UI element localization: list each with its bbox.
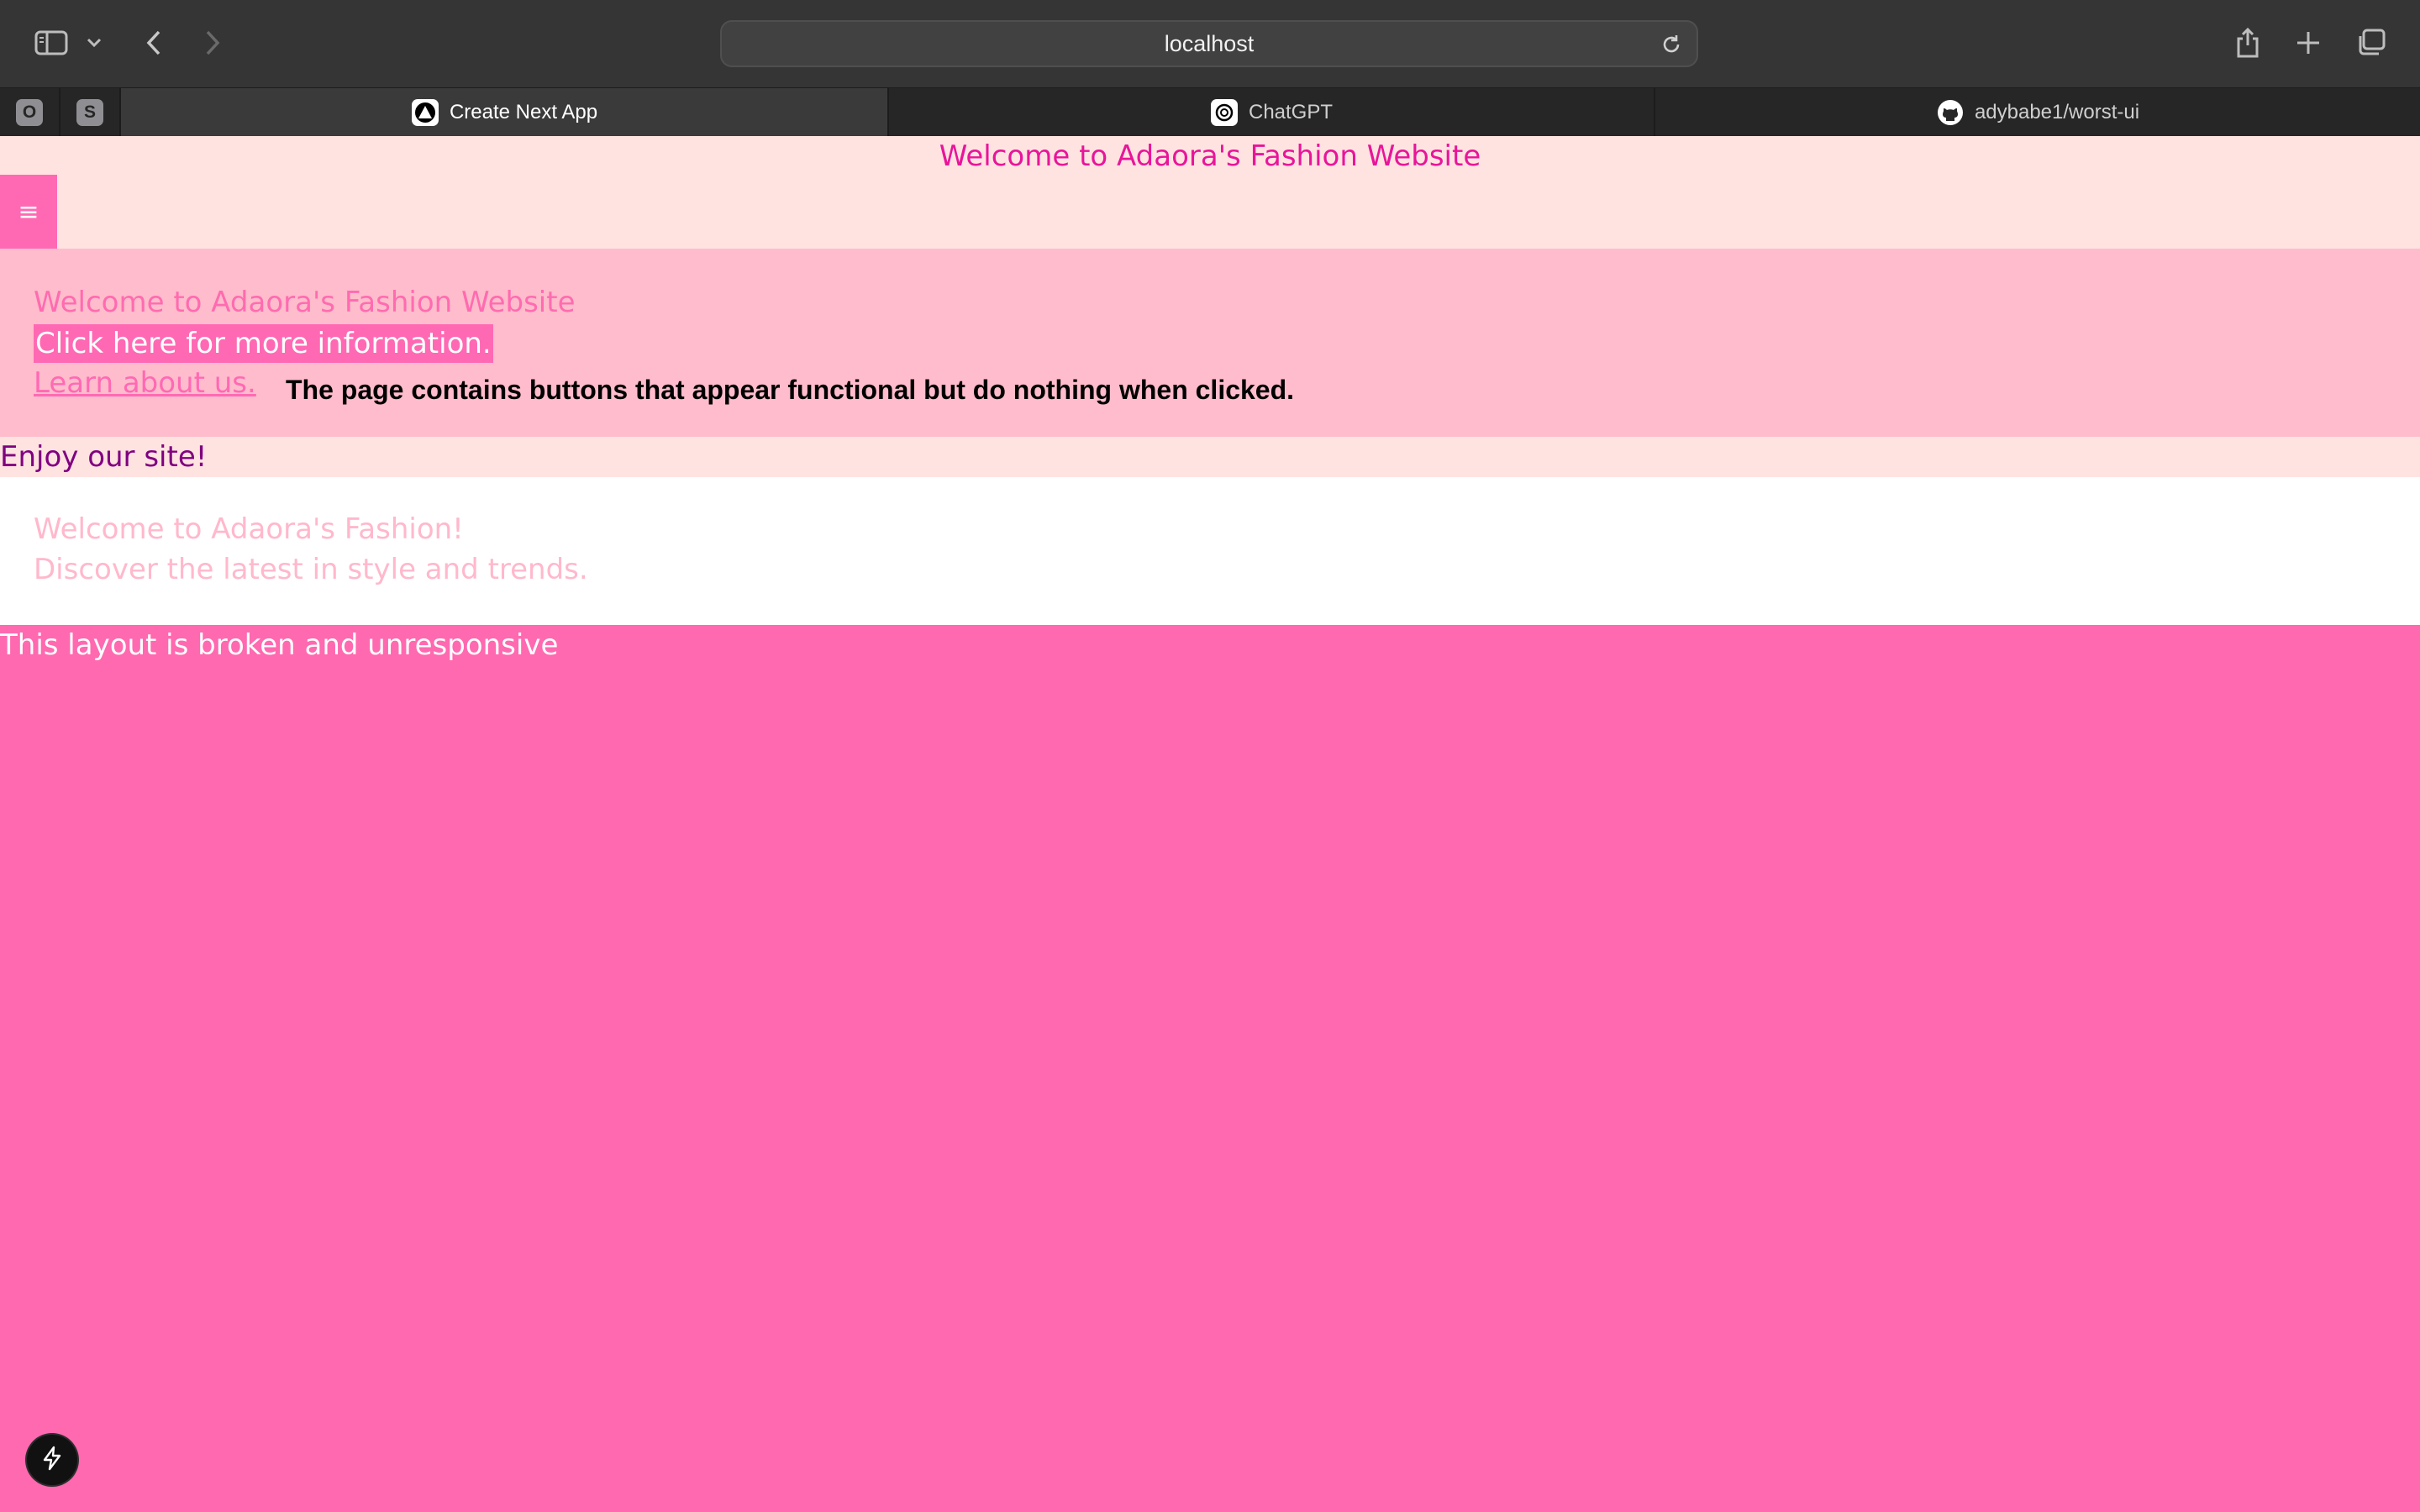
reload-icon[interactable] xyxy=(1660,33,1683,56)
site-header: Welcome to Adaora's Fashion Website ≡ xyxy=(0,136,2420,249)
pinned-tab-s-icon: S xyxy=(76,98,103,126)
nextjs-icon xyxy=(411,98,439,127)
nextjs-dev-tools-button[interactable] xyxy=(27,1435,77,1485)
address-bar[interactable]: localhost xyxy=(720,20,1698,67)
sidebar-toggle-icon[interactable] xyxy=(30,22,72,64)
tab-create-next-app[interactable]: Create Next App xyxy=(121,88,889,136)
hero-section: Welcome to Adaora's Fashion Website Clic… xyxy=(0,249,2420,437)
page-content: Welcome to Adaora's Fashion Website ≡ We… xyxy=(0,136,2420,1512)
pinned-tab-o-icon: O xyxy=(16,98,43,126)
tab-title: Create Next App xyxy=(449,100,598,123)
enjoy-banner-text: Enjoy our site! xyxy=(0,440,208,474)
broken-layout-note: This layout is broken and unresponsive xyxy=(0,628,559,662)
url-text[interactable]: localhost xyxy=(722,22,1697,66)
lightning-icon xyxy=(41,1446,63,1474)
github-icon xyxy=(1936,98,1965,127)
tab-overview-icon[interactable] xyxy=(2349,22,2391,64)
chatgpt-icon xyxy=(1210,98,1239,127)
pinned-tab-o[interactable]: O xyxy=(0,88,60,136)
pinned-tab-s[interactable]: S xyxy=(60,88,121,136)
tab-bar: O S Create Next App ChatGPT adybabe1/wor… xyxy=(0,87,2420,136)
intro-subheading: Discover the latest in style and trends. xyxy=(34,553,588,586)
new-tab-plus-icon[interactable] xyxy=(2287,22,2329,64)
tab-chatgpt[interactable]: ChatGPT xyxy=(889,88,1655,136)
header-title: Welcome to Adaora's Fashion Website xyxy=(939,139,1481,173)
intro-heading: Welcome to Adaora's Fashion! xyxy=(34,512,464,546)
hero-title: Welcome to Adaora's Fashion Website xyxy=(34,286,576,319)
back-arrow-icon[interactable] xyxy=(133,22,175,64)
tab-title: adybabe1/worst-ui xyxy=(1974,100,2140,123)
hamburger-menu-button[interactable]: ≡ xyxy=(0,175,57,249)
browser-toolbar: localhost xyxy=(0,0,2420,87)
intro-section: Welcome to Adaora's Fashion! Discover th… xyxy=(0,477,2420,625)
hero-note: The page contains buttons that appear fu… xyxy=(286,375,1295,405)
learn-about-us-link[interactable]: Learn about us. xyxy=(34,366,256,400)
enjoy-banner: Enjoy our site! xyxy=(0,437,2420,477)
forward-arrow-icon[interactable] xyxy=(192,22,234,64)
chevron-down-icon[interactable] xyxy=(77,22,111,64)
more-info-button[interactable]: Click here for more information. xyxy=(34,324,493,363)
tab-github[interactable]: adybabe1/worst-ui xyxy=(1655,88,2420,136)
tab-title: ChatGPT xyxy=(1248,100,1334,123)
share-icon[interactable] xyxy=(2227,22,2269,64)
hamburger-icon: ≡ xyxy=(18,197,39,227)
